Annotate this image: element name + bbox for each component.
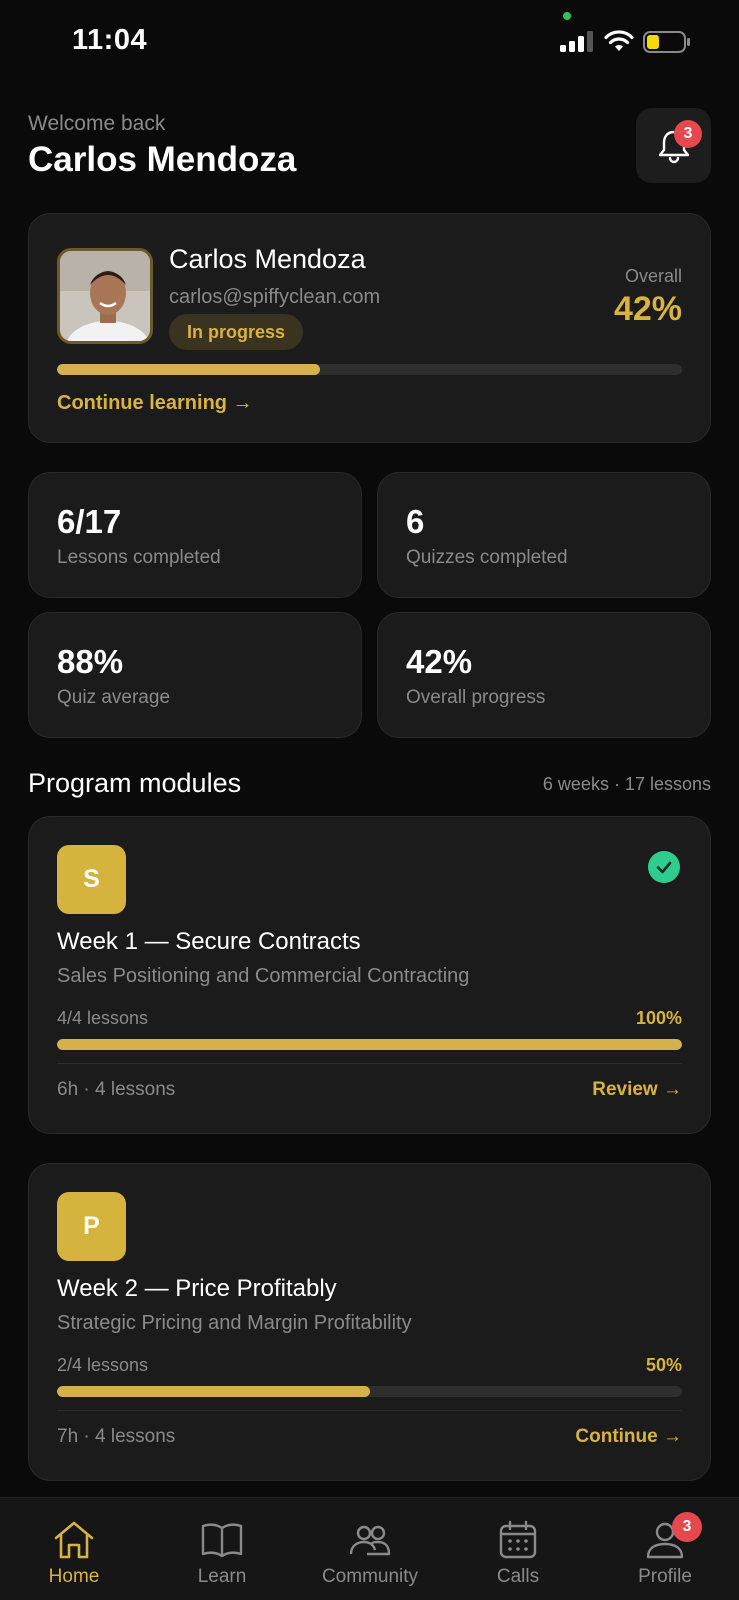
status-badge: In progress <box>169 314 304 350</box>
tab-label: Profile <box>638 1566 692 1587</box>
divider <box>57 1063 682 1064</box>
battery-icon <box>643 31 690 53</box>
stat-quizzes-completed: 6 Quizzes completed <box>377 472 711 598</box>
overall-label: Overall <box>624 266 682 286</box>
module-title: Week 1 — Secure Contracts <box>57 928 361 955</box>
continue-learning-link[interactable]: Continue learning → <box>57 392 253 415</box>
home-icon <box>54 1521 94 1559</box>
module-progress-fill <box>57 1039 682 1050</box>
cellular-signal-icon <box>560 31 593 52</box>
module-lesson-count: 4/4 lessons <box>57 1008 149 1028</box>
profile-email: carlos@spiffyclean.com <box>169 286 381 308</box>
profile-badge: 3 <box>672 1512 702 1542</box>
module-progress-bar <box>57 1039 682 1050</box>
stat-value: 6 <box>406 503 425 540</box>
tab-label: Learn <box>197 1566 247 1587</box>
overall-value: 42% <box>613 290 682 328</box>
module-duration: 6h · 4 lessons <box>57 1079 176 1100</box>
stat-value: 88% <box>57 643 124 680</box>
tab-home[interactable]: Home <box>0 1498 148 1600</box>
camera-indicator-icon <box>563 12 571 20</box>
module-progress-fill <box>57 1386 370 1397</box>
profile-card: Carlos Mendoza carlos@spiffyclean.com In… <box>28 213 711 443</box>
welcome-text: Welcome back <box>28 112 166 135</box>
module-percent: 100% <box>635 1008 682 1028</box>
section-title: Program modules <box>28 768 242 798</box>
page-title: Carlos Mendoza <box>28 140 297 179</box>
module-lesson-count: 2/4 lessons <box>57 1355 149 1375</box>
tab-label: Calls <box>496 1566 540 1587</box>
overall-progress-fill <box>57 364 320 375</box>
people-icon <box>349 1525 391 1556</box>
status-time: 11:04 <box>72 24 148 56</box>
tab-profile[interactable]: Profile <box>591 1498 739 1600</box>
module-title: Week 2 — Price Profitably <box>57 1275 337 1302</box>
notifications-button[interactable] <box>636 108 711 183</box>
tab-label: Community <box>321 1566 419 1587</box>
module-letter-badge: P <box>57 1192 126 1261</box>
stat-overall-progress: 42% Overall progress <box>377 612 711 738</box>
module-card-week-2[interactable]: P Week 2 — Price Profitably Strategic Pr… <box>28 1163 711 1481</box>
stat-label: Quiz average <box>57 687 171 708</box>
continue-button[interactable]: Continue → <box>575 1426 682 1448</box>
tab-bar: Home Learn Community Calls Profile <box>0 1497 739 1600</box>
status-bar: 11:04 <box>0 0 739 84</box>
module-letter-badge: S <box>57 845 126 914</box>
divider <box>57 1410 682 1411</box>
stat-label: Quizzes completed <box>406 547 568 568</box>
tab-calls[interactable]: Calls <box>444 1498 592 1600</box>
stat-quiz-average: 88% Quiz average <box>28 612 362 738</box>
stat-label: Overall progress <box>406 687 546 708</box>
check-circle-icon <box>648 851 680 883</box>
tab-learn[interactable]: Learn <box>148 1498 296 1600</box>
stat-value: 42% <box>406 643 473 680</box>
tab-label: Home <box>48 1566 100 1587</box>
profile-name: Carlos Mendoza <box>169 244 366 274</box>
stat-label: Lessons completed <box>57 547 221 568</box>
stat-value: 6/17 <box>57 503 122 540</box>
calendar-icon <box>499 1520 537 1559</box>
module-percent: 50% <box>645 1355 682 1375</box>
section-meta: 6 weeks · 17 lessons <box>542 774 711 794</box>
tab-community[interactable]: Community <box>296 1498 444 1600</box>
review-button[interactable]: Review → <box>592 1079 682 1101</box>
module-card-week-1[interactable]: S Week 1 — Secure Contracts Sales Positi… <box>28 816 711 1134</box>
module-subtitle: Sales Positioning and Commercial Contrac… <box>57 965 470 987</box>
notification-badge: 3 <box>674 120 702 148</box>
overall-progress-bar <box>57 364 682 375</box>
module-subtitle: Strategic Pricing and Margin Profitabili… <box>57 1312 412 1334</box>
book-icon <box>201 1523 243 1558</box>
stat-lessons-completed: 6/17 Lessons completed <box>28 472 362 598</box>
avatar <box>57 248 153 344</box>
wifi-icon <box>604 30 634 51</box>
module-progress-bar <box>57 1386 682 1397</box>
module-duration: 7h · 4 lessons <box>57 1426 176 1447</box>
